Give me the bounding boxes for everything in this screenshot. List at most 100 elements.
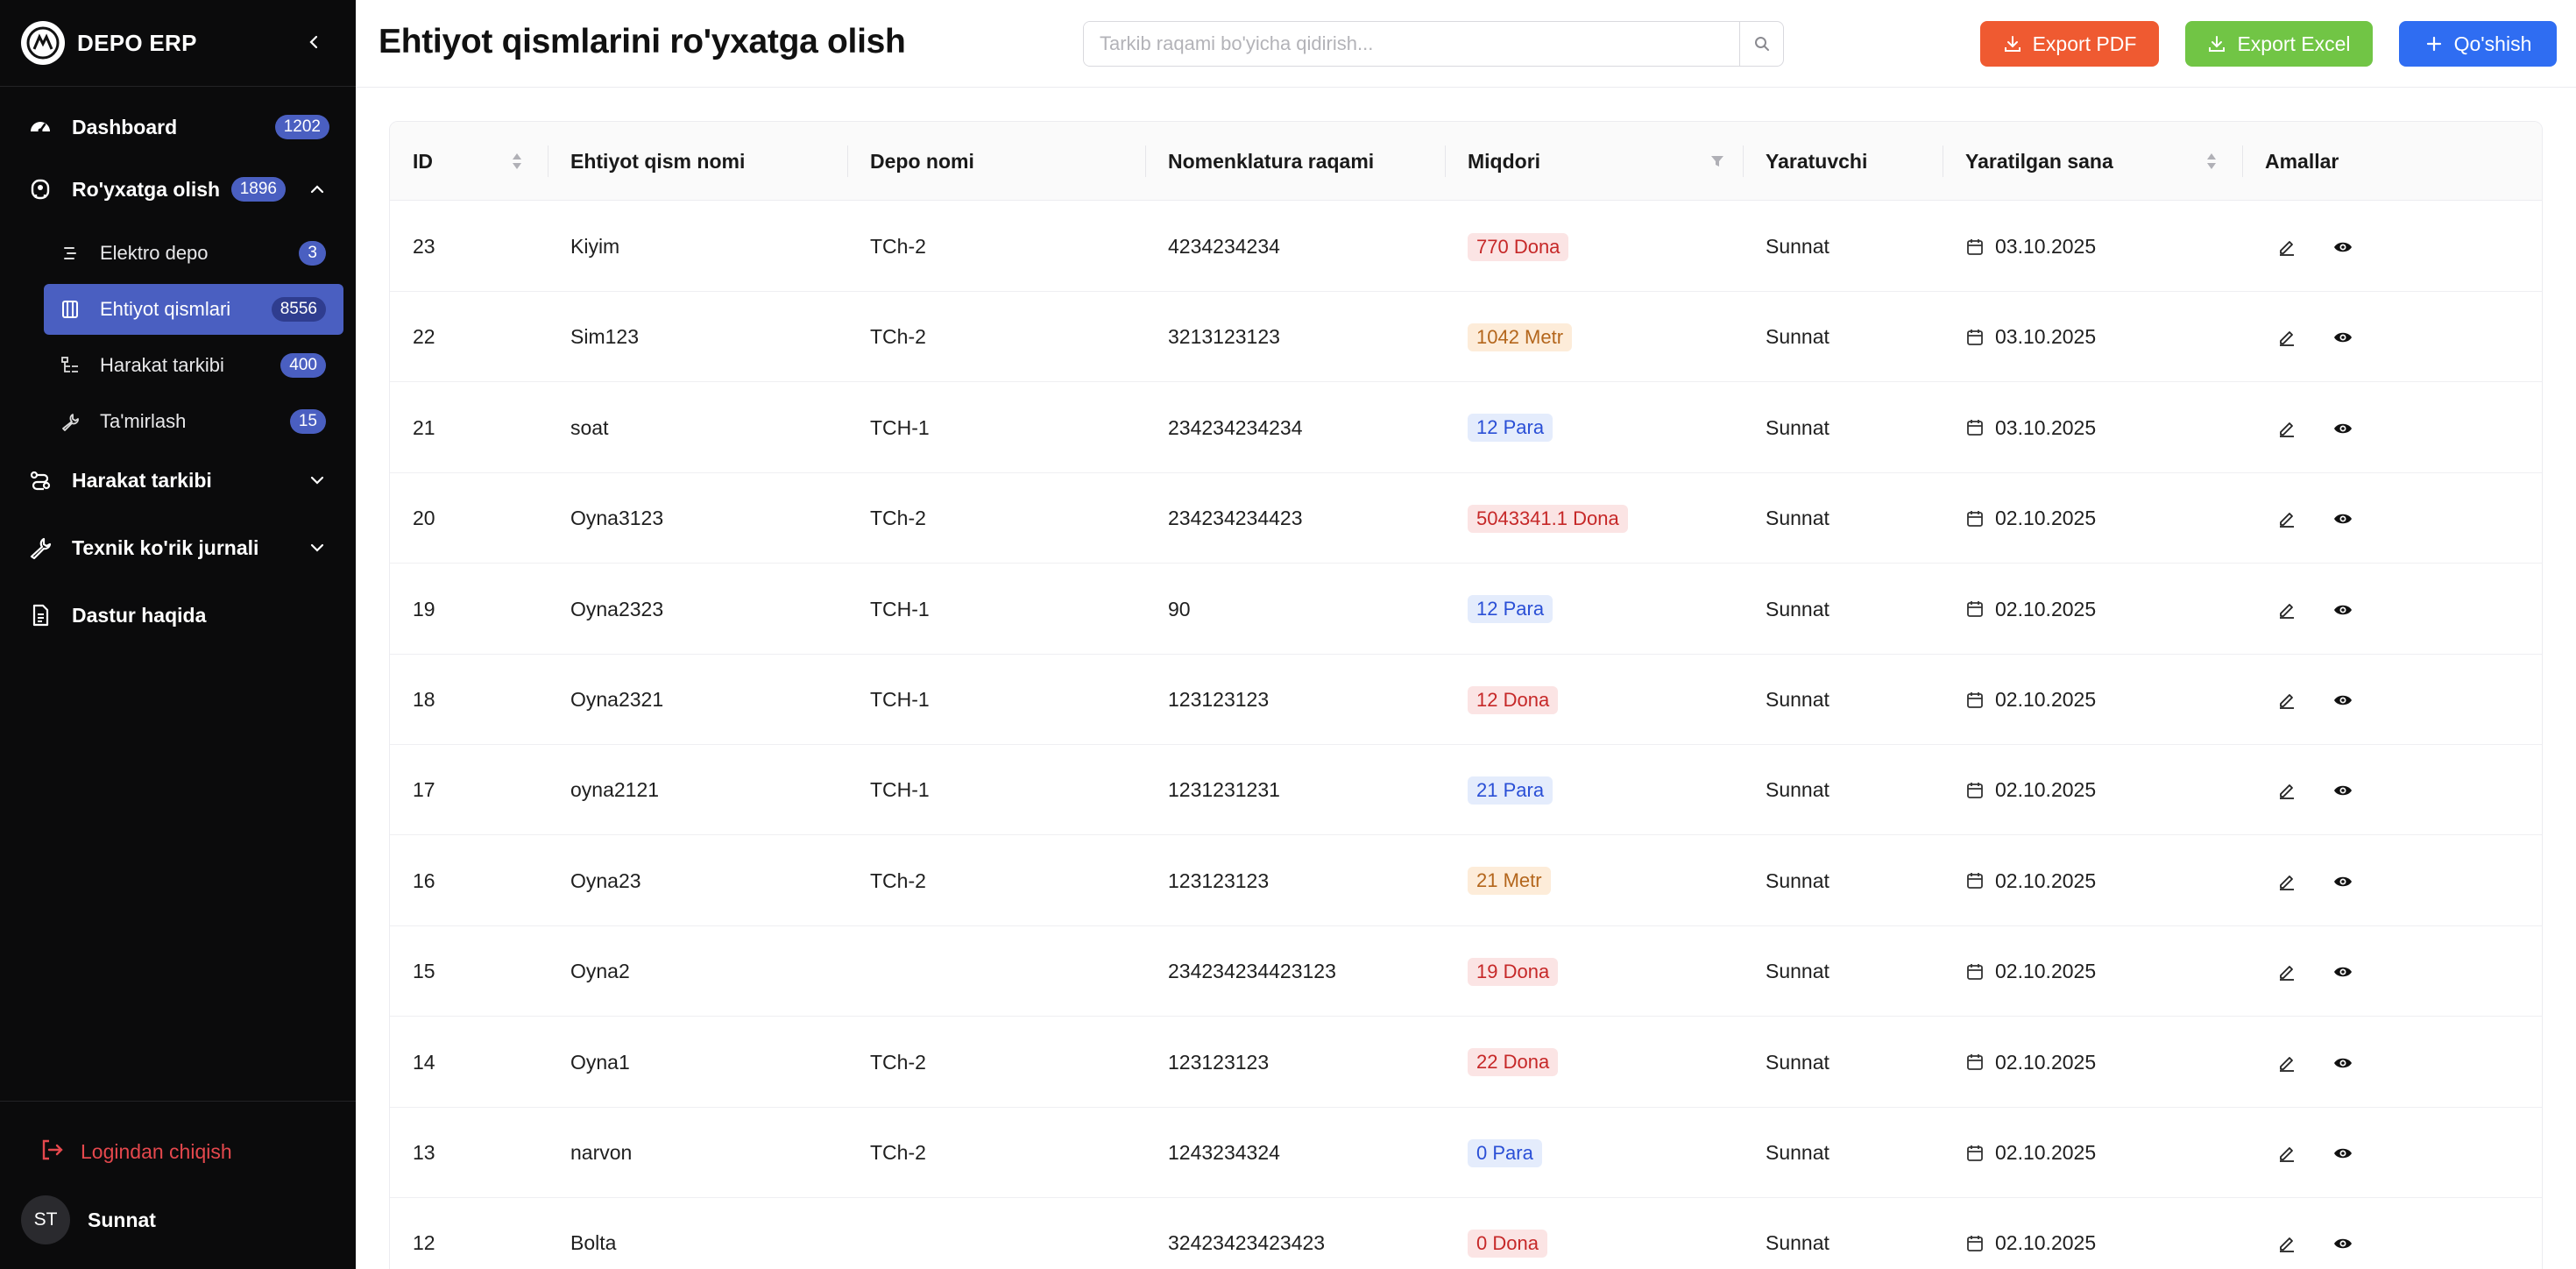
edit-button[interactable] — [2274, 506, 2300, 532]
cell-part-name: narvon — [570, 1141, 633, 1164]
sidebar-item-label: Dashboard — [72, 115, 178, 138]
column-header-creator[interactable]: Yaratuvchi — [1743, 122, 1943, 201]
cell-nomenclature: 3213123123 — [1168, 325, 1280, 349]
table-row[interactable]: 17 oyna2121 TCH-1 1231231231 21 Para Sunnat 02… — [390, 745, 2542, 836]
table-row[interactable]: 14 Oyna1 TCh-2 123123123 22 Dona Sunnat 02.10.… — [390, 1017, 2542, 1108]
view-button[interactable] — [2330, 868, 2356, 895]
cell-creator: Sunnat — [1766, 597, 1829, 620]
sidebar-item-texnik-korik-jurnali[interactable]: Texnik ko'rik jurnali — [26, 527, 329, 569]
sidebar-item-harakat-tarkibi[interactable]: Harakat tarkibi 400 — [44, 340, 343, 391]
quantity-tag: 19 Dona — [1468, 957, 1559, 986]
table-row[interactable]: 13 narvon TCh-2 1243234324 0 Para Sunnat 02.10… — [390, 1108, 2542, 1198]
edit-button[interactable] — [2274, 777, 2300, 804]
column-header-created-date[interactable]: Yaratilgan sana — [1943, 122, 2242, 201]
eye-icon — [2332, 1233, 2353, 1254]
view-button[interactable] — [2330, 506, 2356, 532]
download-icon — [2004, 36, 2020, 52]
cell-part-name: Oyna23 — [570, 868, 641, 892]
cell-nomenclature: 123123123 — [1168, 1050, 1270, 1074]
export-pdf-button[interactable]: Export PDF — [1980, 21, 2159, 67]
button-label: Qo'shish — [2453, 32, 2532, 55]
view-button[interactable] — [2330, 415, 2356, 442]
column-header-quantity[interactable]: Miqdori — [1445, 122, 1743, 201]
cell-id: 12 — [413, 1231, 435, 1255]
sort-icon[interactable] — [511, 152, 523, 171]
view-button[interactable] — [2330, 597, 2356, 623]
cell-id: 20 — [413, 507, 435, 530]
table-row[interactable]: 19 Oyna2323 TCH-1 90 12 Para Sunnat 02.10.2025 — [390, 564, 2542, 655]
export-excel-button[interactable]: Export Excel — [2185, 21, 2373, 67]
sidebar-item-dastur-haqida[interactable]: Dastur haqida — [26, 594, 329, 636]
view-button[interactable] — [2330, 1230, 2356, 1257]
sidebar-item-tamirlash[interactable]: Ta'mirlash 15 — [44, 396, 343, 447]
filter-icon[interactable] — [1709, 153, 1725, 169]
edit-button[interactable] — [2274, 1140, 2300, 1166]
sidebar-item-ehtiyot-qismlari[interactable]: Ehtiyot qismlari 8556 — [44, 284, 343, 335]
edit-button[interactable] — [2274, 324, 2300, 351]
sidebar-item-harakat-tarkibi-group[interactable]: Harakat tarkibi — [26, 459, 329, 501]
edit-button[interactable] — [2274, 234, 2300, 260]
table-row[interactable]: 16 Oyna23 TCh-2 123123123 21 Metr Sunnat 02.10… — [390, 836, 2542, 926]
document-icon — [26, 601, 54, 629]
cell-depo-name: TCh-2 — [870, 1141, 926, 1164]
column-header-id[interactable]: ID — [390, 122, 548, 201]
cell-id: 21 — [413, 415, 435, 439]
cell-id: 13 — [413, 1141, 435, 1164]
add-button[interactable]: Qo'shish — [2399, 21, 2557, 67]
cell-depo-name: TCH-1 — [870, 778, 930, 802]
cell-depo-name: TCh-2 — [870, 1050, 926, 1074]
user-profile[interactable]: ST Sunnat — [21, 1194, 156, 1246]
column-header-actions: Amallar — [2265, 149, 2339, 173]
table-row[interactable]: 12 Bolta 32423423423423 0 Dona Sunnat 02.10.2… — [390, 1198, 2542, 1269]
count-badge: 15 — [289, 409, 326, 434]
sidebar-item-dashboard[interactable]: Dashboard 1202 — [26, 106, 329, 148]
table-row[interactable]: 22 Sim123 TCh-2 3213123123 1042 Metr Sunnat 03… — [390, 292, 2542, 383]
view-button[interactable] — [2330, 1050, 2356, 1076]
view-button[interactable] — [2330, 324, 2356, 351]
sidebar-item-elektro-depo[interactable]: Elektro depo 3 — [44, 228, 343, 279]
column-header-nomenclature[interactable]: Nomenklatura raqami — [1145, 122, 1445, 201]
search-input[interactable] — [1084, 22, 1739, 66]
collapse-sidebar-button[interactable] — [298, 26, 329, 58]
table-row[interactable]: 21 soat TCH-1 234234234234 12 Para Sunnat 03.1… — [390, 383, 2542, 473]
table-row[interactable]: 23 Kiyim TCh-2 4234234234 770 Dona Sunnat 03.1… — [390, 202, 2542, 292]
column-header-depo[interactable]: Depo nomi — [847, 122, 1145, 201]
cell-part-name: Sim123 — [570, 325, 639, 349]
search-button[interactable] — [1739, 22, 1783, 66]
table-row[interactable]: 18 Oyna2321 TCH-1 123123123 12 Dona Sunnat 02.… — [390, 655, 2542, 745]
logout-label: Logindan chiqish — [81, 1139, 232, 1163]
parts-icon — [56, 295, 84, 323]
edit-button[interactable] — [2274, 1230, 2300, 1257]
table-header: ID Ehtiyot qism nomi Depo nomi Nomenklat… — [390, 122, 2542, 201]
edit-button[interactable] — [2274, 959, 2300, 985]
page-title: Ehtiyot qismlarini ro'yxatga olish — [379, 23, 906, 60]
edit-button[interactable] — [2274, 687, 2300, 713]
view-button[interactable] — [2330, 777, 2356, 804]
calendar-icon — [1965, 1053, 1985, 1072]
table-row[interactable]: 20 Oyna3123 TCh-2 234234234423 5043341.1 Don… — [390, 473, 2542, 564]
logout-button[interactable]: Logindan chiqish — [39, 1134, 232, 1169]
sidebar-item-registration[interactable]: Ro'yxatga olish 1896 — [26, 168, 329, 210]
sort-icon[interactable] — [2205, 152, 2218, 171]
edit-button[interactable] — [2274, 1050, 2300, 1076]
eye-icon — [2332, 327, 2353, 348]
sidebar: DEPO ERP Dashboard 1202 Ro'yxatga olish … — [0, 0, 356, 1269]
user-name: Sunnat — [88, 1208, 156, 1231]
view-button[interactable] — [2330, 234, 2356, 260]
cell-creator: Sunnat — [1766, 325, 1829, 349]
view-button[interactable] — [2330, 959, 2356, 985]
table-row[interactable]: 15 Oyna2 234234234423123 19 Dona Sunnat 02.10… — [390, 926, 2542, 1017]
eye-icon — [2332, 1053, 2353, 1074]
column-header-name[interactable]: Ehtiyot qism nomi — [548, 122, 847, 201]
calendar-icon — [1965, 781, 1985, 800]
cell-created-date: 02.10.2025 — [1995, 960, 2097, 983]
edit-button[interactable] — [2274, 597, 2300, 623]
view-button[interactable] — [2330, 1140, 2356, 1166]
edit-icon — [2277, 600, 2296, 620]
edit-button[interactable] — [2274, 868, 2300, 895]
calendar-icon — [1965, 599, 1985, 619]
view-button[interactable] — [2330, 687, 2356, 713]
edit-icon — [2277, 1053, 2296, 1073]
brand[interactable]: DEPO ERP — [21, 21, 197, 65]
edit-button[interactable] — [2274, 415, 2300, 442]
